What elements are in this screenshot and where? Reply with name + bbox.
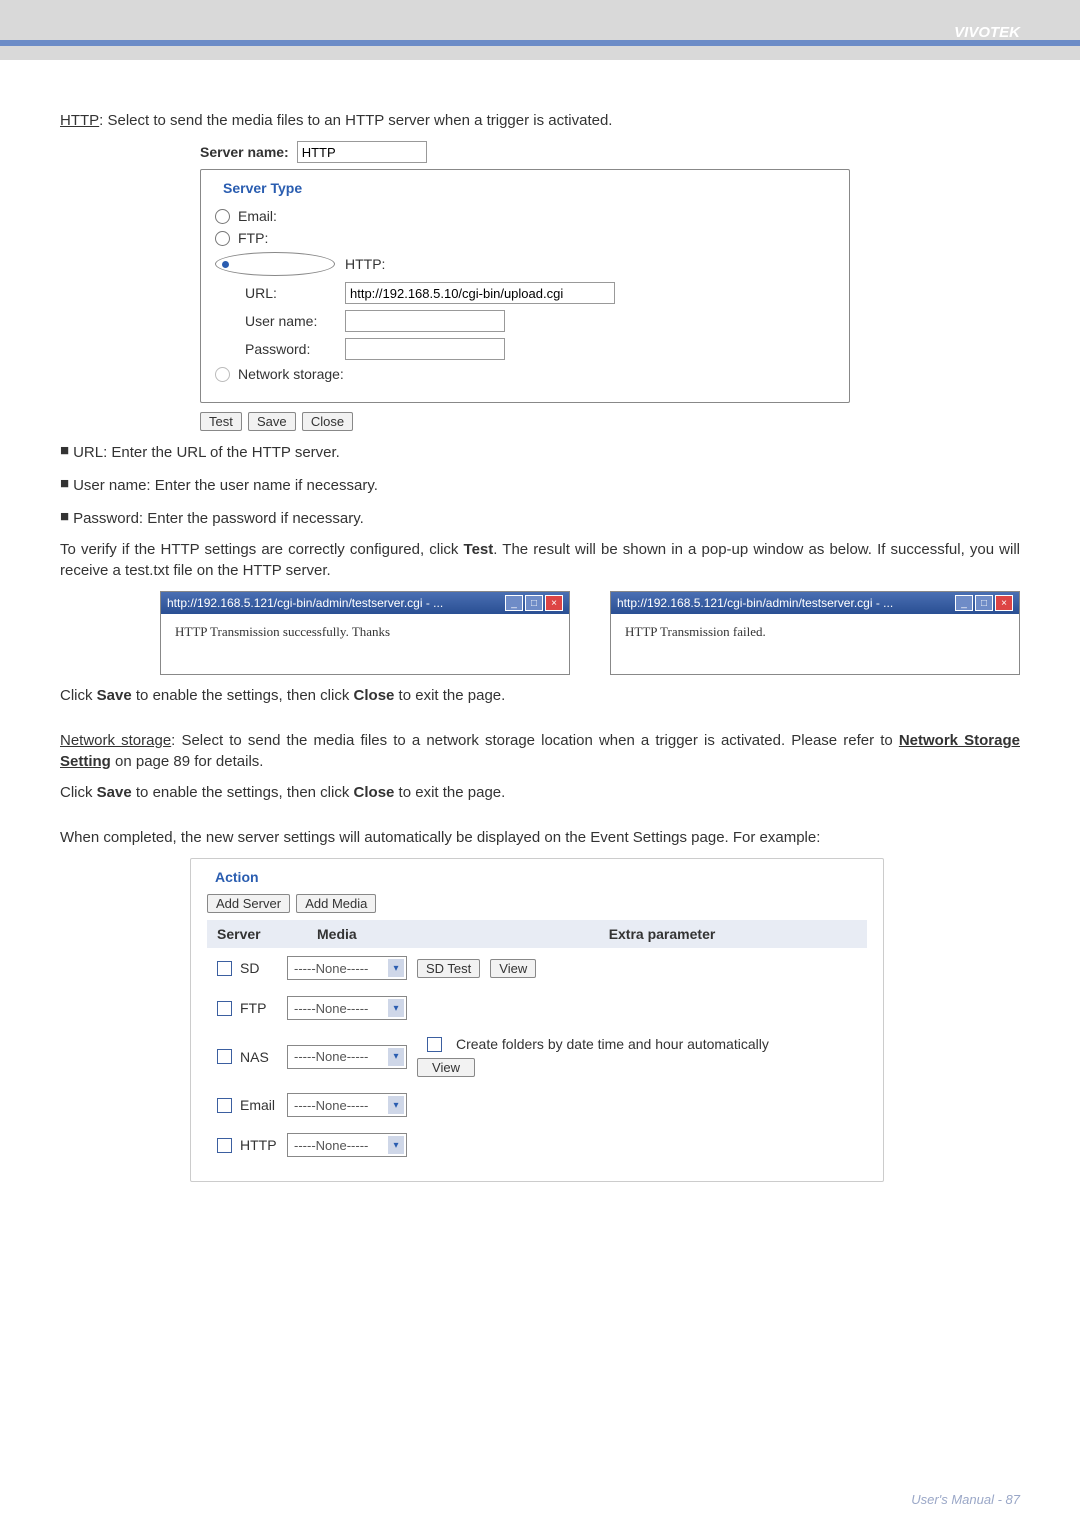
checkbox-create-folders[interactable] [427,1037,442,1052]
maximize-icon[interactable]: □ [975,595,993,611]
table-row: Email -----None-----▾ [207,1085,867,1125]
username-label: User name: [245,313,345,329]
password-label: Password: [245,341,345,357]
row-nas-label: NAS [240,1049,269,1065]
action-legend: Action [211,869,263,885]
popup-fail-body: HTTP Transmission failed. [611,614,1019,674]
popup-fail-title: http://192.168.5.121/cgi-bin/admin/tests… [617,596,893,610]
view-button[interactable]: View [417,1058,475,1077]
click-save-para-1: Click Save to enable the settings, then … [60,685,1020,706]
bullet-user: ■User name: Enter the user name if neces… [60,473,1020,496]
url-label: URL: [245,285,345,301]
minimize-icon[interactable]: _ [955,595,973,611]
radio-http[interactable] [215,252,335,276]
chevron-down-icon: ▾ [388,999,404,1017]
th-extra: Extra parameter [457,920,867,948]
username-input[interactable] [345,310,505,332]
row-sd-label: SD [240,960,259,976]
http-intro-rest: : Select to send the media files to an H… [99,112,612,129]
password-input[interactable] [345,338,505,360]
media-select-email[interactable]: -----None-----▾ [287,1093,407,1117]
checkbox-nas[interactable] [217,1049,232,1064]
add-media-button[interactable]: Add Media [296,894,376,913]
table-row: NAS -----None-----▾ Create folders by da… [207,1028,867,1085]
server-type-legend: Server Type [219,180,306,196]
view-button[interactable]: View [490,959,536,978]
completed-para: When completed, the new server settings … [60,827,1020,848]
checkbox-email[interactable] [217,1098,232,1113]
th-media: Media [307,920,457,948]
radio-email[interactable] [215,209,230,224]
save-button[interactable]: Save [248,412,296,431]
row-ftp-label: FTP [240,1000,266,1016]
bullet-pass: ■Password: Enter the password if necessa… [60,506,1020,529]
media-select-http[interactable]: -----None-----▾ [287,1133,407,1157]
add-server-button[interactable]: Add Server [207,894,290,913]
radio-network-storage-label: Network storage: [238,366,344,382]
table-row: HTTP -----None-----▾ [207,1125,867,1165]
close-icon[interactable]: × [545,595,563,611]
popup-success-title: http://192.168.5.121/cgi-bin/admin/tests… [167,596,443,610]
page-footer: User's Manual - 87 [911,1492,1020,1507]
close-icon[interactable]: × [995,595,1013,611]
http-intro-prefix: HTTP [60,112,99,129]
popup-fail: http://192.168.5.121/cgi-bin/admin/tests… [610,591,1020,675]
bullet-url: ■URL: Enter the URL of the HTTP server. [60,440,1020,463]
checkbox-ftp[interactable] [217,1001,232,1016]
row-email-label: Email [240,1097,275,1113]
nas-extra-label: Create folders by date time and hour aut… [456,1036,769,1052]
radio-email-label: Email: [238,208,277,224]
media-select-nas[interactable]: -----None-----▾ [287,1045,407,1069]
verify-para: To verify if the HTTP settings are corre… [60,539,1020,581]
brand: VIVOTEK [954,24,1020,41]
network-storage-para: Network storage: Select to send the medi… [60,730,1020,772]
chevron-down-icon: ▾ [388,1048,404,1066]
close-button[interactable]: Close [302,412,353,431]
click-save-para-2: Click Save to enable the settings, then … [60,782,1020,803]
radio-ftp[interactable] [215,231,230,246]
sd-test-button[interactable]: SD Test [417,959,480,978]
media-select-sd[interactable]: -----None-----▾ [287,956,407,980]
minimize-icon[interactable]: _ [505,595,523,611]
url-input[interactable] [345,282,615,304]
popup-success-body: HTTP Transmission successfully. Thanks [161,614,569,674]
server-name-label: Server name: [200,144,289,160]
checkbox-sd[interactable] [217,961,232,976]
media-select-ftp[interactable]: -----None-----▾ [287,996,407,1020]
table-row: FTP -----None-----▾ [207,988,867,1028]
table-row: SD -----None-----▾ SD Test View [207,948,867,988]
http-intro: HTTP: Select to send the media files to … [60,110,1020,131]
radio-network-storage[interactable] [215,367,230,382]
checkbox-http[interactable] [217,1138,232,1153]
row-http-label: HTTP [240,1137,277,1153]
test-button[interactable]: Test [200,412,242,431]
popup-success: http://192.168.5.121/cgi-bin/admin/tests… [160,591,570,675]
radio-ftp-label: FTP: [238,230,268,246]
chevron-down-icon: ▾ [388,1136,404,1154]
chevron-down-icon: ▾ [388,1096,404,1114]
chevron-down-icon: ▾ [388,959,404,977]
th-server: Server [207,920,307,948]
server-name-input[interactable] [297,141,427,163]
maximize-icon[interactable]: □ [525,595,543,611]
radio-http-label: HTTP: [345,256,385,272]
